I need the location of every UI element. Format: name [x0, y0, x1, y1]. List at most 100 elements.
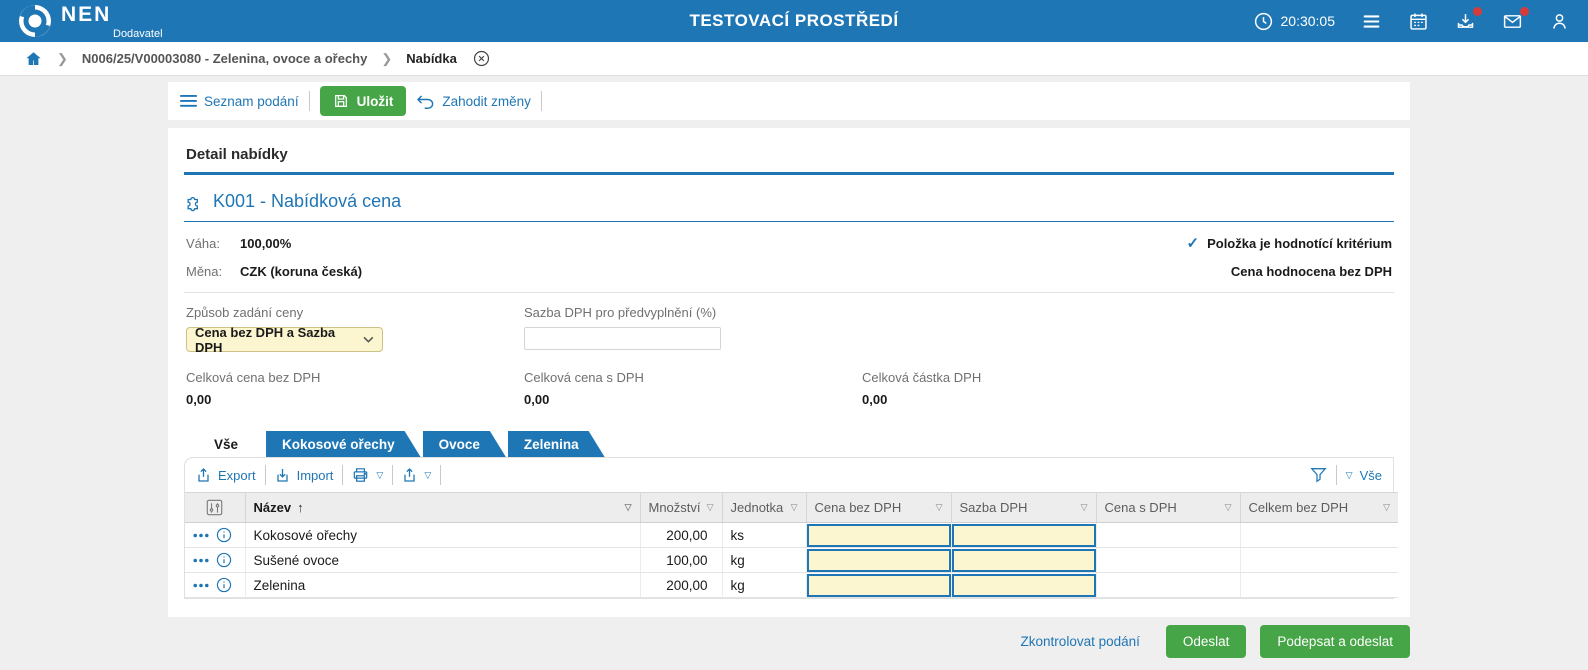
cell-unit: kg: [722, 548, 806, 573]
chevron-down-icon: [363, 336, 374, 343]
undo-icon: [416, 94, 435, 109]
puzzle-icon: [184, 192, 204, 212]
print-button[interactable]: ▽: [352, 467, 383, 483]
row-actions-icon[interactable]: [193, 583, 209, 588]
info-icon[interactable]: [216, 527, 232, 543]
header-mnozstvi[interactable]: Množství▽: [640, 493, 722, 523]
vat-rate-input[interactable]: [952, 524, 1096, 547]
calendar-icon: [1408, 11, 1429, 32]
filter-icon[interactable]: ▽: [1081, 502, 1088, 513]
calendar-button[interactable]: [1408, 11, 1429, 32]
header-cena-s-dph[interactable]: Cena s DPH ▽: [1096, 493, 1240, 523]
export-button[interactable]: Export: [196, 467, 256, 483]
filter-icon[interactable]: ▽: [1225, 502, 1232, 513]
header-celkem-bez-dph-label: Celkem bez DPH: [1249, 500, 1349, 515]
submissions-list-label: Seznam podání: [204, 94, 299, 109]
total-vat-amount-value: 0,00: [862, 392, 1200, 407]
totals-row: Celková cena bez DPH 0,00 Celková cena s…: [184, 370, 1394, 407]
sort-asc-icon: ↑: [297, 500, 304, 515]
brand-subtitle: Dodavatel: [113, 28, 163, 40]
criterion-flag: ✓ Položka je hodnotící kritérium: [1187, 234, 1393, 252]
top-header-bar: NEN Dodavatel TESTOVACÍ PROSTŘEDÍ 20:30:…: [0, 0, 1588, 42]
footer-actions: Zkontrolovat podání Odeslat Podepsat a o…: [168, 625, 1410, 658]
share-button[interactable]: ▽: [402, 467, 431, 483]
toolbar-divider: [309, 91, 310, 111]
filter-icon[interactable]: ▽: [791, 502, 798, 513]
filter-preset-button[interactable]: ▽ Vše: [1346, 468, 1382, 483]
weight-label: Váha:: [186, 236, 240, 251]
home-button[interactable]: [24, 50, 43, 68]
submissions-list-button[interactable]: Seznam podání: [180, 94, 299, 109]
price-no-vat-input[interactable]: [807, 549, 951, 572]
import-button[interactable]: Import: [275, 467, 334, 483]
export-label: Export: [218, 468, 256, 483]
header-cena-bez-dph[interactable]: Cena bez DPH ▽: [806, 493, 951, 523]
vat-rate-input[interactable]: [952, 549, 1096, 572]
header-nazev[interactable]: Název ↑ ▽: [245, 493, 640, 523]
section-divider: [184, 292, 1394, 293]
filter-icon[interactable]: ▽: [707, 502, 714, 513]
price-no-vat-input[interactable]: [807, 574, 951, 597]
grid-toolbar-divider: [392, 465, 393, 485]
save-label: Uložit: [357, 94, 394, 109]
discard-changes-button[interactable]: Zahodit změny: [416, 94, 531, 109]
cell-unit: ks: [722, 523, 806, 548]
header-cena-s-dph-label: Cena s DPH: [1105, 500, 1177, 515]
filter-button[interactable]: [1310, 467, 1327, 483]
table-row: Kokosové ořechy 200,00 ks: [185, 523, 1398, 548]
column-settings-header[interactable]: [185, 493, 245, 523]
share-icon: [402, 467, 417, 483]
table-row: Zelenina 200,00 kg: [185, 573, 1398, 598]
price-mode-select[interactable]: Cena bez DPH a Sazba DPH: [186, 327, 383, 352]
list-icon: [180, 94, 197, 108]
filter-icon[interactable]: ▽: [1383, 502, 1390, 513]
row-actions-icon[interactable]: [193, 533, 209, 538]
filter-icon[interactable]: ▽: [936, 502, 943, 513]
row-actions-icon[interactable]: [193, 558, 209, 563]
messages-button[interactable]: [1502, 11, 1523, 32]
vat-rate-input[interactable]: [952, 574, 1096, 597]
items-table: Název ↑ ▽ Množství▽ Jednotka▽ Cena bez DP…: [185, 492, 1398, 598]
breadcrumb-separator: ❯: [381, 51, 392, 67]
header-nazev-label: Název: [254, 500, 292, 515]
tab-kokosove-orechy[interactable]: Kokosové ořechy: [266, 431, 421, 457]
clock-icon: [1253, 11, 1274, 32]
breadcrumb-current: Nabídka: [406, 51, 457, 66]
nen-logo[interactable]: NEN Dodavatel: [18, 3, 163, 40]
price-mode-label: Způsob zadání ceny: [186, 305, 524, 320]
downloads-button[interactable]: [1455, 11, 1476, 32]
save-button[interactable]: Uložit: [320, 86, 407, 116]
menu-button[interactable]: [1361, 11, 1382, 32]
total-with-vat-value: 0,00: [524, 392, 862, 407]
tab-vse[interactable]: Vše: [198, 431, 264, 457]
info-icon[interactable]: [216, 577, 232, 593]
grid-toolbar-divider: [342, 465, 343, 485]
breadcrumb: ❯ N006/25/V00003080 - Zelenina, ovoce a …: [0, 42, 1588, 76]
tab-zelenina[interactable]: Zelenina: [508, 431, 605, 457]
profile-button[interactable]: [1549, 11, 1570, 32]
header-celkem-bez-dph[interactable]: Celkem bez DPH ▽: [1240, 493, 1398, 523]
price-no-vat-input[interactable]: [807, 524, 951, 547]
filter-preset-dropdown-icon: ▽: [1346, 470, 1353, 481]
header-jednotka[interactable]: Jednotka▽: [722, 493, 806, 523]
check-submission-button[interactable]: Zkontrolovat podání: [1021, 634, 1140, 649]
header-sazba-dph[interactable]: Sazba DPH▽: [951, 493, 1096, 523]
info-icon[interactable]: [216, 552, 232, 568]
grid-toolbar-divider: [1336, 465, 1337, 485]
sign-and-send-button[interactable]: Podepsat a odeslat: [1260, 625, 1410, 658]
weight-value: 100,00%: [240, 236, 291, 251]
breadcrumb-procurement[interactable]: N006/25/V00003080 - Zelenina, ovoce a oř…: [82, 51, 367, 66]
cell-total-no-vat: [1240, 573, 1398, 598]
hamburger-icon: [1361, 11, 1382, 32]
send-button[interactable]: Odeslat: [1166, 625, 1247, 658]
tab-ovoce[interactable]: Ovoce: [423, 431, 506, 457]
grid-toolbar: Export Import ▽: [185, 458, 1393, 492]
total-vat-amount-label: Celková částka DPH: [862, 370, 1200, 385]
evaluation-flag: Cena hodnocena bez DPH: [1231, 264, 1392, 279]
import-icon: [275, 467, 290, 483]
filter-icon[interactable]: ▽: [625, 502, 632, 513]
header-cena-bez-dph-label: Cena bez DPH: [815, 500, 902, 515]
vat-prefill-input[interactable]: [524, 327, 721, 350]
close-tab-button[interactable]: [473, 50, 490, 67]
downloads-badge: [1473, 7, 1482, 16]
